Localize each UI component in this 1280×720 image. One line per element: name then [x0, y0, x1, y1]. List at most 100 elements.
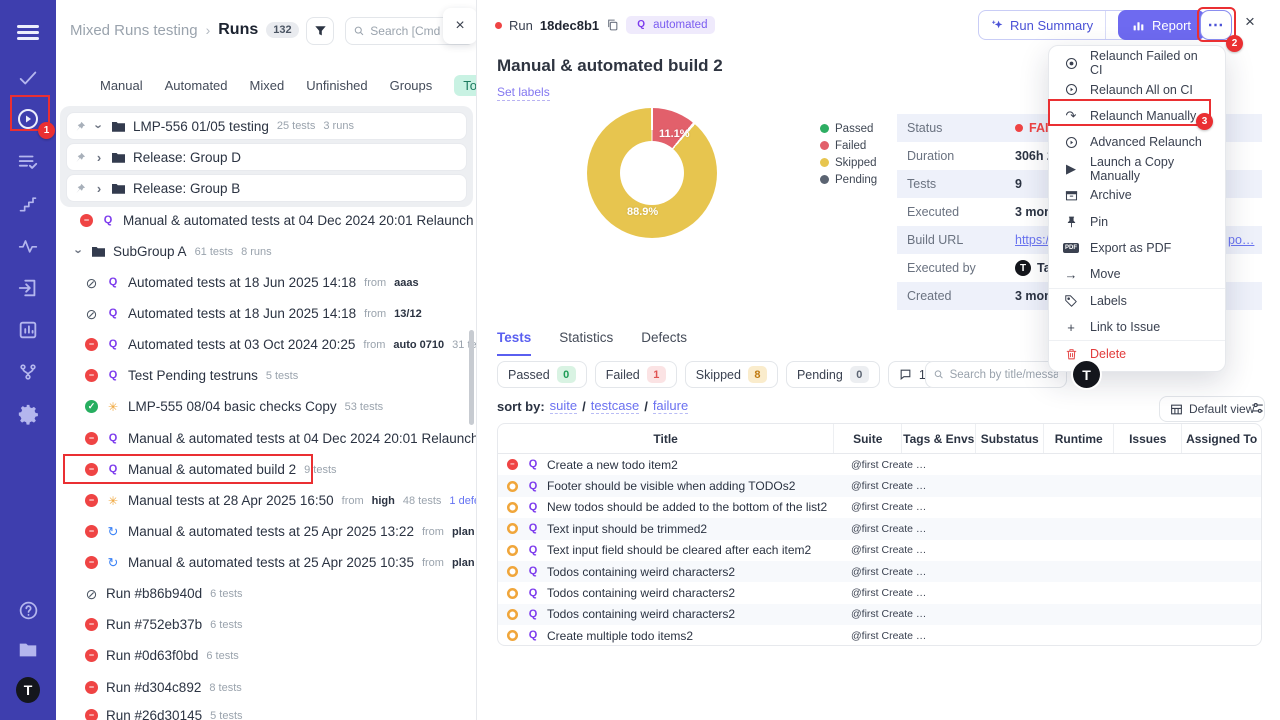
projects-folder-icon[interactable] [16, 638, 40, 662]
run-list-item[interactable]: ⊘ Q Automated tests at 18 Jun 2025 14:18… [56, 267, 477, 298]
test-title: Text input field should be cleared after… [547, 543, 811, 557]
tab-manual[interactable]: Manual [100, 78, 143, 93]
panel-close-button[interactable]: × [443, 8, 477, 44]
run-list-item[interactable]: ⊘ Q Automated tests at 18 Jun 2025 14:18… [56, 298, 477, 329]
menu-link-to-issue[interactable]: + Link to Issue [1049, 314, 1225, 340]
tab-today[interactable]: To [454, 75, 477, 96]
test-row[interactable]: QTodos containing weird characters2 @fir… [498, 582, 1261, 603]
run-list-item[interactable]: − ↻ Manual & automated tests at 25 Apr 2… [56, 516, 477, 547]
list-check-nav-icon[interactable] [16, 150, 40, 174]
test-row[interactable]: QCreate multiple todo items2 @first Crea… [498, 625, 1261, 646]
run-list-item[interactable]: − Q Test Pending testruns 5 tests [56, 360, 477, 391]
filter-failed[interactable]: Failed1 [595, 361, 677, 388]
analytics-nav-icon[interactable] [16, 318, 40, 342]
run-list-item[interactable]: − Q Automated tests at 03 Oct 2024 20:25… [56, 329, 477, 360]
menu-launch-copy[interactable]: ▶ Launch a Copy Manually [1049, 156, 1225, 182]
tab-mixed[interactable]: Mixed [250, 78, 285, 93]
help-icon[interactable] [16, 598, 40, 622]
user-avatar[interactable]: T [1073, 361, 1100, 388]
column-title[interactable]: Title [498, 424, 833, 453]
settings-gear-icon[interactable] [16, 402, 40, 426]
column-issues[interactable]: Issues [1113, 424, 1181, 453]
test-row[interactable]: QTodos containing weird characters2 @fir… [498, 604, 1261, 625]
test-row[interactable]: QNew todos should be added to the bottom… [498, 497, 1261, 518]
tests-search-input[interactable] [950, 369, 1058, 381]
column-runtime[interactable]: Runtime [1043, 424, 1113, 453]
report-button[interactable]: Report [1118, 10, 1205, 40]
menu-relaunch-failed-ci[interactable]: Relaunch Failed on CI [1049, 50, 1225, 76]
sort-by-suite[interactable]: suite [550, 398, 577, 414]
hamburger-menu-icon[interactable] [16, 20, 40, 44]
pulse-nav-icon[interactable] [16, 234, 40, 258]
tests-count: 8 tests [209, 682, 241, 694]
column-settings-icon[interactable] [1250, 401, 1265, 420]
tab-unfinished[interactable]: Unfinished [306, 78, 367, 93]
tag-icon [1063, 294, 1079, 308]
run-list-item[interactable]: − Run #d304c892 8 tests [56, 672, 477, 703]
menu-move[interactable]: → Move [1049, 261, 1225, 287]
sort-by-testcase[interactable]: testcase [591, 398, 639, 414]
chevron-right-icon[interactable]: › [94, 181, 104, 196]
menu-pin[interactable]: Pin [1049, 208, 1225, 234]
close-run-button[interactable]: × [1245, 12, 1255, 32]
breadcrumb-parent[interactable]: Mixed Runs testing [70, 22, 198, 39]
branch-nav-icon[interactable] [16, 360, 40, 384]
group-row[interactable]: › Release: Group B [66, 174, 467, 202]
menu-export-pdf[interactable]: PDF Export as PDF [1049, 235, 1225, 261]
filter-skipped[interactable]: Skipped8 [685, 361, 778, 388]
testomat-logo-icon: Q [106, 308, 120, 319]
workspace-avatar[interactable]: T [16, 678, 40, 702]
filter-passed[interactable]: Passed0 [497, 361, 587, 388]
tab-tests[interactable]: Tests [497, 330, 531, 356]
filter-pending[interactable]: Pending0 [786, 361, 880, 388]
chevron-right-icon[interactable]: › [94, 150, 104, 165]
run-list-item[interactable]: − Run #0d63f0bd 6 tests [56, 640, 477, 671]
subgroup-row[interactable]: › SubGroup A 61 tests 8 runs [56, 236, 477, 267]
group-row[interactable]: › Release: Group D [66, 143, 467, 171]
run-list-item[interactable]: − Q Manual & automated tests at 04 Dec 2… [56, 205, 477, 236]
tab-statistics[interactable]: Statistics [559, 330, 613, 356]
run-list-item[interactable]: − Run #752eb37b 6 tests [56, 609, 477, 640]
tests-count: 6 tests [210, 619, 242, 631]
build-url-link[interactable]: https:// [1015, 233, 1053, 247]
run-summary-button[interactable]: Run Summary [979, 11, 1106, 39]
test-row[interactable]: QTodos containing weird characters2 @fir… [498, 561, 1261, 582]
run-list-item[interactable]: ⊘ Run #b86b940d 6 tests [56, 578, 477, 609]
build-url-link-end[interactable]: po… [1228, 233, 1254, 247]
menu-archive[interactable]: Archive [1049, 182, 1225, 208]
run-list-item[interactable]: − ↻ Manual & automated tests at 25 Apr 2… [56, 547, 477, 578]
testomat-logo-icon: Q [526, 566, 540, 577]
group-title: Release: Group D [133, 150, 241, 165]
chevron-down-icon[interactable]: › [72, 247, 87, 257]
run-list-item[interactable]: − ✳ Manual tests at 28 Apr 2025 16:50 fr… [56, 485, 477, 516]
failed-status-icon: − [85, 709, 98, 720]
column-assigned-to[interactable]: Assigned To [1181, 424, 1261, 453]
scrollbar[interactable] [469, 330, 474, 425]
sort-by-failure[interactable]: failure [653, 398, 688, 414]
menu-delete[interactable]: Delete [1049, 340, 1225, 366]
set-labels-link[interactable]: Set labels [497, 85, 550, 101]
defects-count[interactable]: 1 defects [449, 495, 477, 507]
run-list-item[interactable]: ✓ ✳ LMP-555 08/04 basic checks Copy 53 t… [56, 391, 477, 422]
tab-defects[interactable]: Defects [641, 330, 687, 356]
test-row[interactable]: −QCreate a new todo item2 @first Create … [498, 454, 1261, 475]
menu-advanced-relaunch[interactable]: Advanced Relaunch [1049, 129, 1225, 155]
test-row[interactable]: QText input should be trimmed2 @first Cr… [498, 518, 1261, 539]
copy-icon[interactable] [606, 18, 619, 32]
group-row[interactable]: › LMP-556 01/05 testing 25 tests 3 runs [66, 112, 467, 140]
sign-in-nav-icon[interactable] [16, 276, 40, 300]
test-row[interactable]: QText input field should be cleared afte… [498, 540, 1261, 561]
run-list-item[interactable]: − Run #26d30145 5 tests [56, 700, 477, 720]
steps-nav-icon[interactable] [16, 192, 40, 216]
column-suite[interactable]: Suite [833, 424, 901, 453]
chevron-down-icon[interactable]: › [92, 121, 107, 131]
tab-groups[interactable]: Groups [390, 78, 433, 93]
filter-button[interactable] [306, 17, 334, 45]
run-list-item[interactable]: − Q Manual & automated tests at 04 Dec 2… [56, 423, 477, 454]
column-tags-envs[interactable]: Tags & Envs [901, 424, 975, 453]
check-nav-icon[interactable] [16, 66, 40, 90]
column-substatus[interactable]: Substatus [975, 424, 1043, 453]
menu-labels[interactable]: Labels [1049, 288, 1225, 314]
tab-automated[interactable]: Automated [165, 78, 228, 93]
test-row[interactable]: QFooter should be visible when adding TO… [498, 475, 1261, 496]
